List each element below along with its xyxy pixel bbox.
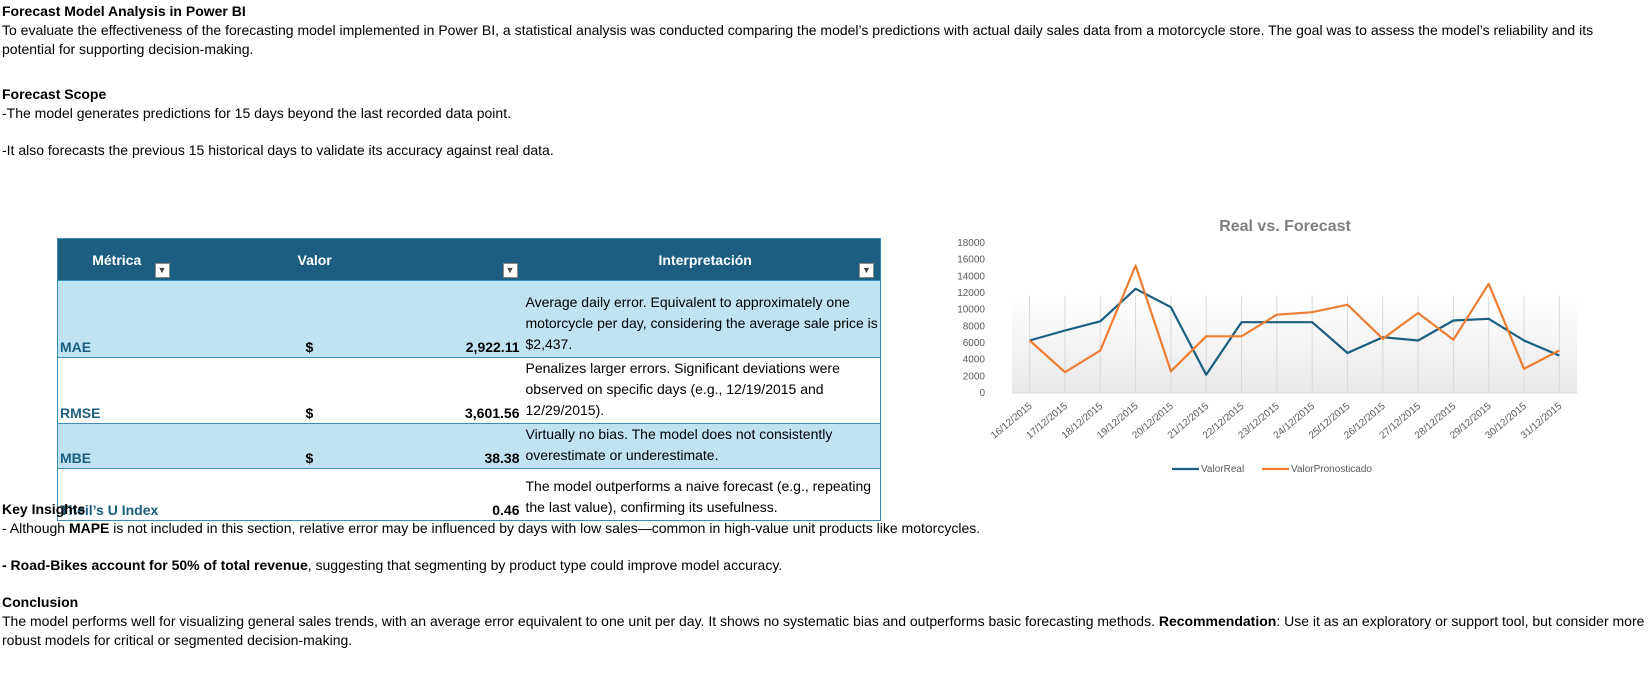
y-tick-label: 4000: [963, 355, 986, 366]
y-tick-label: 16000: [957, 255, 985, 266]
metric-name: RMSE: [57, 357, 176, 424]
conclusion-bold: Recommendation: [1158, 613, 1277, 629]
filter-dropdown-icon[interactable]: ▼: [502, 263, 518, 278]
metric-name: MAE: [57, 280, 176, 358]
page-title: Forecast Model Analysis in Power BI: [2, 3, 246, 19]
metric-value: 2,922.11: [351, 280, 524, 358]
y-tick-label: 10000: [957, 305, 985, 316]
metrics-table: Métrica ▼ Valor ▼ Interpretación ▼ MAE $…: [57, 238, 881, 521]
metric-interpretation: Penalizes larger errors. Significant dev…: [523, 357, 881, 424]
insights-title: Key Insights: [2, 501, 86, 517]
insight-1-pre: - Although: [2, 520, 69, 536]
y-tick-label: 8000: [963, 321, 986, 332]
scope-title: Forecast Scope: [2, 86, 107, 102]
filter-dropdown-icon[interactable]: ▼: [859, 263, 874, 278]
currency-symbol: $: [175, 280, 352, 358]
scope-line-2: -It also forecasts the previous 15 histo…: [2, 142, 554, 158]
conclusion-title: Conclusion: [2, 594, 79, 610]
metric-value: 3,601.56: [351, 357, 524, 424]
table-header-row: Métrica ▼ Valor ▼ Interpretación ▼: [57, 238, 881, 281]
metric-interpretation: Virtually no bias. The model does not co…: [523, 423, 881, 469]
header-interpretacion-label: Interpretación: [658, 251, 752, 268]
y-tick-label: 18000: [957, 238, 985, 249]
insight-1-post: is not included in this section, relativ…: [109, 520, 981, 536]
metric-value: 38.38: [351, 423, 524, 469]
metric-interpretation: Average daily error. Equivalent to appro…: [523, 280, 881, 358]
chart-title: Real vs. Forecast: [1219, 218, 1351, 235]
header-valor-label: Valor: [297, 251, 332, 268]
y-tick-label: 0: [979, 388, 985, 399]
y-tick-label: 2000: [963, 371, 986, 382]
insight-line-1: - Although MAPE is not included in this …: [2, 519, 980, 538]
header-valor: Valor ▼: [175, 238, 524, 281]
insight-1-bold: MAPE: [68, 520, 110, 536]
insight-2-bold: - Road-Bikes account for 50% of total re…: [2, 557, 308, 573]
currency-symbol: $: [175, 423, 352, 469]
conclusion-pre: The model performs well for visualizing …: [2, 613, 1159, 629]
table-row: RMSE $ 3,601.56 Penalizes larger errors.…: [57, 357, 881, 424]
currency-symbol: $: [175, 357, 352, 424]
y-tick-label: 6000: [963, 338, 986, 349]
metric-value: 0.46: [351, 468, 524, 521]
metric-name: MBE: [57, 423, 176, 469]
insight-line-2: - Road-Bikes account for 50% of total re…: [2, 556, 782, 575]
y-tick-label: 12000: [957, 288, 985, 299]
filter-dropdown-icon[interactable]: ▼: [154, 263, 170, 278]
plot-area: [1012, 295, 1577, 393]
legend-label: ValorReal: [1201, 464, 1244, 475]
currency-symbol: [175, 468, 352, 521]
scope-line-1: -The model generates predictions for 15 …: [2, 105, 511, 121]
table-row: MAE $ 2,922.11 Average daily error. Equi…: [57, 280, 881, 358]
header-metrica: Métrica ▼: [57, 238, 176, 281]
y-tick-label: 14000: [957, 271, 985, 282]
header-interpretacion: Interpretación ▼: [523, 238, 881, 281]
header-metrica-label: Métrica: [92, 251, 142, 268]
table-row: Theil’s U Index 0.46 The model outperfor…: [57, 468, 881, 521]
intro-paragraph: To evaluate the effectiveness of the for…: [2, 22, 1594, 57]
table-row: MBE $ 38.38 Virtually no bias. The model…: [57, 423, 881, 469]
metric-interpretation: The model outperforms a naive forecast (…: [523, 468, 881, 521]
legend-label: ValorPronosticado: [1291, 464, 1372, 475]
conclusion-paragraph: The model performs well for visualizing …: [2, 612, 1647, 650]
insight-2-post: , suggesting that segmenting by product …: [307, 557, 783, 573]
line-chart: Real vs. Forecast 0 2000 4000 6000 8000 10000…: [945, 215, 1645, 505]
chart-svg: Real vs. Forecast 0 2000 4000 6000 8000 10000…: [957, 218, 1577, 475]
